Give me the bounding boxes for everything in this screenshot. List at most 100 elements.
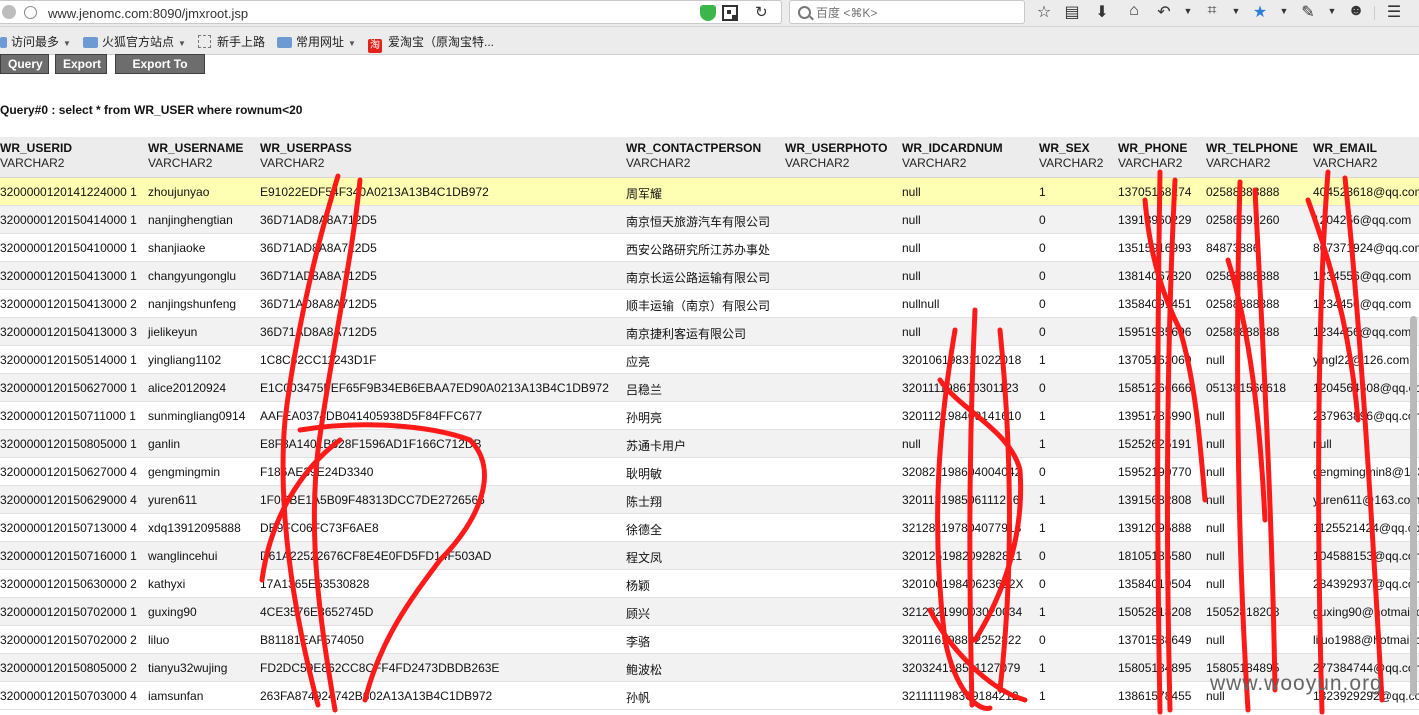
table-row[interactable]: 3200000120150413000 3 jielikeyun 36D71AD8A… (0, 318, 1419, 346)
table-cell: 苏通卡用户 (626, 439, 687, 453)
table-cell: liluo (148, 633, 170, 647)
folder-icon (83, 37, 98, 48)
table-row[interactable]: 3200000120150410000 1 shanjiaoke 36D71AD8A… (0, 234, 1419, 262)
table-cell: 321281197804077918 (902, 521, 1022, 535)
table-cell: alice20120924 (148, 381, 227, 395)
column-header[interactable]: WR_SEX VARCHAR2 (1039, 141, 1103, 170)
table-cell: zhoujunyao (148, 185, 210, 199)
table-cell: 3200000120150702000 1 (0, 605, 137, 619)
globe-icon (24, 6, 37, 19)
table-cell: 顾兴 (626, 607, 651, 621)
reload-icon[interactable]: ↻ (755, 3, 768, 21)
column-type: VARCHAR2 (626, 156, 691, 170)
table-row[interactable]: 3200000120150630000 2 kathyxi 17A1365E6353… (0, 570, 1419, 598)
export-button[interactable]: Export (55, 54, 107, 74)
table-cell: E8F8A1401B828F1596AD1F166C712DB (260, 437, 482, 451)
table-cell: null (1206, 437, 1225, 451)
export-to-file-button[interactable]: Export To File (115, 54, 205, 89)
bookmark-aitaobao[interactable]: 淘爱淘宝（原淘宝特... (368, 33, 494, 53)
download-icon[interactable]: ⬇ (1092, 2, 1112, 22)
address-text[interactable]: www.jenomc.com:8090/jmxroot.jsp (48, 6, 248, 21)
table-cell: yingliang1102 (148, 353, 222, 367)
chevron-down-icon[interactable]: ▼ (1226, 6, 1246, 16)
vertical-scrollbar[interactable] (1410, 316, 1417, 696)
favorite-star-icon[interactable]: ★ (1250, 2, 1270, 22)
table-row[interactable]: 3200000120150413000 1 changyungonglu 36D71… (0, 262, 1419, 290)
table-cell: yuren611 (148, 493, 198, 507)
table-cell: tianyu32wujing (148, 661, 228, 675)
chevron-down-icon[interactable]: ▼ (1274, 6, 1294, 16)
column-header[interactable]: WR_EMAIL VARCHAR2 (1313, 141, 1377, 170)
table-row[interactable]: 3200000120150703000 4 iamsunfan 263FA87492… (0, 682, 1419, 710)
table-row[interactable]: 3200000120150413000 2 nanjingshunfeng 36D7… (0, 290, 1419, 318)
table-row[interactable]: 3200000120150716000 1 wanglincehui D61A225… (0, 542, 1419, 570)
table-row[interactable]: 3200000120150627000 4 gengmingmin F186AE39… (0, 458, 1419, 486)
table-cell: 3200000120150414000 1 (0, 213, 137, 227)
address-bar[interactable]: www.jenomc.com:8090/jmxroot.jsp ↻ (0, 0, 782, 24)
table-row[interactable]: 3200000120150702000 1 guxing90 4CE3576E865… (0, 598, 1419, 626)
chat-icon[interactable]: ☻ (1346, 2, 1366, 20)
menu-icon[interactable]: ☰ (1384, 2, 1404, 22)
column-header[interactable]: WR_PHONE VARCHAR2 (1118, 141, 1187, 170)
table-row[interactable]: 3200000120150514000 1 yingliang1102 1C8C62… (0, 346, 1419, 374)
column-header[interactable]: WR_IDCARDNUM VARCHAR2 (902, 141, 1003, 170)
table-cell: 13913960229 (1118, 213, 1192, 227)
search-box[interactable] (789, 0, 1025, 24)
undo-icon[interactable]: ↶ (1154, 2, 1174, 22)
bookmark-most-visited[interactable]: 访问最多 ▼ (0, 33, 71, 50)
table-cell: 0 (1039, 633, 1046, 647)
table-cell: 3200000120150627000 4 (0, 465, 137, 479)
table-cell: null (902, 437, 921, 451)
table-cell: 鲍波松 (626, 663, 663, 677)
table-row[interactable]: 3200000120150629000 4 yuren611 1F0CBE1A5B0… (0, 486, 1419, 514)
table-cell: 1 (1039, 521, 1046, 535)
table-row[interactable]: 3200000120150711000 1 sunmingliang0914 AAF… (0, 402, 1419, 430)
shield-icon[interactable] (700, 5, 716, 21)
chevron-down-icon[interactable]: ▼ (1178, 6, 1198, 16)
table-cell: 3200000120150627000 1 (0, 381, 137, 395)
column-header[interactable]: WR_USERPASS VARCHAR2 (260, 141, 352, 170)
column-header[interactable]: WR_USERPHOTO VARCHAR2 (785, 141, 887, 170)
table-cell: 237963896@qq.com (1313, 409, 1419, 423)
column-header[interactable]: WR_USERNAME VARCHAR2 (148, 141, 243, 170)
table-row[interactable]: 3200000120150805000 1 ganlin E8F8A1401B828… (0, 430, 1419, 458)
table-cell: liluo1988@hotmail.com (1313, 633, 1419, 647)
table-cell: 1 (1039, 661, 1046, 675)
reading-list-icon[interactable]: ▤ (1062, 2, 1082, 22)
table-cell: 1 (1039, 185, 1046, 199)
home-icon[interactable]: ⌂ (1124, 2, 1144, 20)
bookmark-getting-started[interactable]: 新手上路 (198, 33, 265, 50)
table-row[interactable]: 3200000120150414000 1 nanjinghengtian 36D7… (0, 206, 1419, 234)
table-header: WR_USERID VARCHAR2 WR_USERNAME VARCHAR2 WR_U… (0, 137, 1419, 178)
column-type: VARCHAR2 (902, 156, 967, 170)
bookmark-firefox-official[interactable]: 火狐官方站点 ▼ (83, 33, 186, 50)
table-row[interactable]: 3200000120150805000 2 tianyu32wujing FD2DC… (0, 654, 1419, 682)
table-cell: 263FA874924742B602A13A13B4C1DB972 (260, 689, 493, 703)
extension-icon[interactable]: ✎ (1298, 2, 1318, 22)
table-cell: 02588888888 (1206, 297, 1280, 311)
qr-code-icon[interactable] (722, 5, 738, 21)
column-header[interactable]: WR_TELPHONE VARCHAR2 (1206, 141, 1298, 170)
table-cell: 320112198409141610 (902, 409, 1022, 423)
table-cell: 陈士翔 (626, 495, 663, 509)
search-input[interactable] (814, 4, 1018, 22)
column-header[interactable]: WR_CONTACTPERSON VARCHAR2 (626, 141, 761, 170)
table-row[interactable]: 3200000120150627000 1 alice20120924 E1C003… (0, 374, 1419, 402)
taobao-icon: 淘 (368, 39, 382, 53)
table-cell: 320821198604004042 (902, 465, 1022, 479)
table-cell: 13705158174 (1118, 185, 1192, 199)
bookmark-common-sites[interactable]: 常用网址 ▼ (277, 33, 356, 50)
crop-icon[interactable]: ⌗ (1202, 2, 1222, 20)
table-row[interactable]: 3200000120141224000 1 zhoujunyao E91022EDF… (0, 178, 1419, 206)
column-header[interactable]: WR_USERID VARCHAR2 (0, 141, 72, 170)
table-row[interactable]: 3200000120150702000 2 liluo B81181EAF57405… (0, 626, 1419, 654)
chevron-down-icon[interactable]: ▼ (1322, 6, 1342, 16)
star-icon[interactable]: ☆ (1034, 2, 1054, 22)
back-icon[interactable] (2, 5, 16, 19)
table-cell: 3200000120150711000 1 (0, 409, 136, 423)
query-button[interactable]: Query (0, 54, 49, 74)
table-cell: E91022EDF54F340A0213A13B4C1DB972 (260, 185, 489, 199)
column-type: VARCHAR2 (0, 156, 65, 170)
table-row[interactable]: 3200000120150713000 4 xdq13912095888 DE9FC… (0, 514, 1419, 542)
toolbar-divider (1374, 6, 1375, 20)
